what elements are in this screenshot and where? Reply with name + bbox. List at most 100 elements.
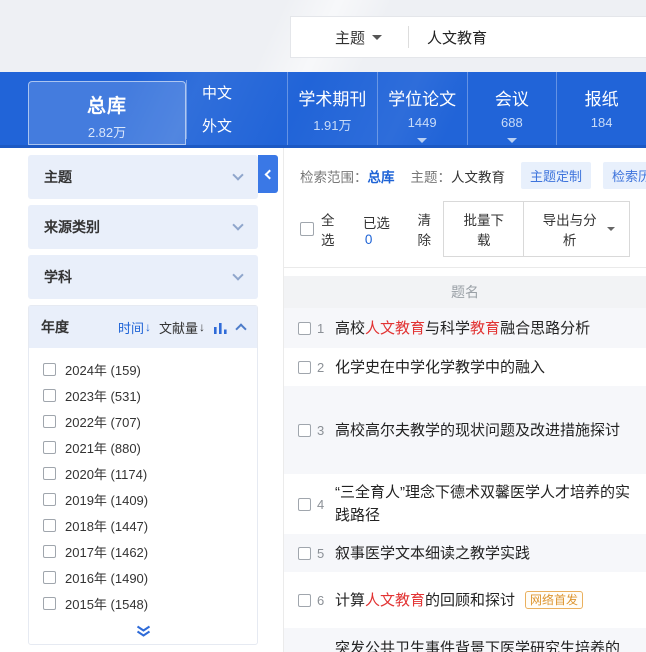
nav-tab-count: 184 xyxy=(557,115,646,130)
search-input[interactable]: 人文教育 xyxy=(409,27,646,48)
caret-down-icon xyxy=(417,138,427,143)
arrow-down-icon: ↓ xyxy=(199,320,205,334)
clear-selection-button[interactable]: 清除 xyxy=(417,209,443,249)
result-row-2: 2化学史在中学化学教学中的融入 xyxy=(284,348,646,386)
row-number: 3 xyxy=(317,423,327,438)
online-first-badge[interactable]: 网络首发 xyxy=(525,591,583,609)
year-facet-header: 年度 时间 ↓ 文献量 ↓ xyxy=(29,306,257,348)
title-text: 的回顾和探讨 xyxy=(425,592,515,609)
year-checkbox[interactable] xyxy=(43,597,56,610)
search-field-selector[interactable]: 主题 xyxy=(291,27,408,48)
year-filter-item-4[interactable]: 2020年 (1174) xyxy=(29,460,257,486)
search-history-button[interactable]: 检索历史 xyxy=(603,162,646,189)
term-label: 主题： xyxy=(411,166,452,186)
nav-tab-1[interactable]: 学位论文1449 xyxy=(377,72,467,145)
sort-count-label: 文献量 xyxy=(159,318,198,337)
chevron-down-icon xyxy=(232,169,243,180)
year-checkbox[interactable] xyxy=(43,363,56,376)
title-text: 叙事医学文本细读之教学实践 xyxy=(335,545,530,562)
year-checkbox[interactable] xyxy=(43,389,56,402)
facet-label: 学科 xyxy=(44,267,72,287)
year-checkbox[interactable] xyxy=(43,519,56,532)
batch-download-button[interactable]: 批量下载 xyxy=(443,201,524,257)
row-checkbox[interactable] xyxy=(298,498,311,511)
lang-tab-foreign[interactable]: 外文 xyxy=(202,115,232,136)
chevron-up-icon[interactable] xyxy=(235,323,246,334)
title-text: 化学史在中学化学教学中的融入 xyxy=(335,359,545,376)
title-text: 融合思路分析 xyxy=(500,320,590,337)
language-tabs: 中文 外文 xyxy=(202,82,232,136)
year-filter-item-7[interactable]: 2017年 (1462) xyxy=(29,538,257,564)
year-filter-item-6[interactable]: 2018年 (1447) xyxy=(29,512,257,538)
year-filter-item-1[interactable]: 2023年 (531) xyxy=(29,382,257,408)
nav-tab-0[interactable]: 学术期刊1.91万 xyxy=(287,72,377,145)
facet-section-0[interactable]: 主题 xyxy=(28,155,258,199)
facet-section-2[interactable]: 学科 xyxy=(28,255,258,299)
facet-label: 来源类别 xyxy=(44,217,100,237)
result-title-link[interactable]: “三全育人”理念下德术双馨医学人才培养的实践路径 xyxy=(335,481,632,527)
year-filter-item-3[interactable]: 2021年 (880) xyxy=(29,434,257,460)
result-title-link[interactable]: 计算人文教育的回顾和探讨网络首发 xyxy=(335,589,583,612)
export-analyze-label: 导出与分析 xyxy=(538,209,601,249)
row-checkbox[interactable] xyxy=(298,361,311,374)
nav-tabs: 学术期刊1.91万学位论文1449会议688报纸 184 xyxy=(287,72,646,145)
nav-divider xyxy=(186,80,187,139)
filter-sidebar: 主题来源类别学科 年度 时间 ↓ 文献量 ↓ 2024年 (159)2023年 … xyxy=(28,155,258,645)
nav-tab-label: 报纸 xyxy=(557,85,646,110)
nav-tab-3[interactable]: 报纸 184 xyxy=(556,72,646,145)
year-checkbox[interactable] xyxy=(43,415,56,428)
year-checkbox[interactable] xyxy=(43,493,56,506)
row-checkbox[interactable] xyxy=(298,322,311,335)
sort-by-count-button[interactable]: 文献量 ↓ xyxy=(159,318,205,337)
select-all-label[interactable]: 全选 xyxy=(321,209,347,249)
result-title-link[interactable]: 突发公共卫生事件背景下医学研究生培养的探讨 xyxy=(335,637,632,652)
facet-list: 主题来源类别学科 xyxy=(28,155,258,299)
sort-by-time-button[interactable]: 时间 ↓ xyxy=(118,318,151,337)
year-filter-item-0[interactable]: 2024年 (159) xyxy=(29,356,257,382)
year-checkbox[interactable] xyxy=(43,571,56,584)
year-label: 2020年 (1174) xyxy=(65,464,147,483)
year-filter-item-5[interactable]: 2019年 (1409) xyxy=(29,486,257,512)
year-filter-item-8[interactable]: 2016年 (1490) xyxy=(29,564,257,590)
result-row-3: 3 高校高尔夫教学的现状问题及改进措施探讨 xyxy=(284,386,646,474)
database-navbar: 总库 2.82万 中文 外文 学术期刊1.91万学位论文1449会议688报纸 1… xyxy=(0,72,646,148)
double-chevron-down-icon xyxy=(135,625,152,638)
year-checkbox[interactable] xyxy=(43,441,56,454)
year-label: 2018年 (1447) xyxy=(65,516,148,535)
expand-years-button[interactable] xyxy=(29,618,257,644)
scope-value[interactable]: 总库 xyxy=(368,166,395,186)
row-number: 4 xyxy=(317,497,327,512)
results-main: 检索范围： 总库 主题： 人文教育 主题定制 检索历史 全选 已选 0 清除 批… xyxy=(283,148,646,652)
export-analyze-button[interactable]: 导出与分析 xyxy=(523,201,630,257)
sidebar-collapse-button[interactable] xyxy=(258,155,278,193)
year-facet-section: 年度 时间 ↓ 文献量 ↓ 2024年 (159)2023年 (531)2022… xyxy=(28,305,258,645)
bar-chart-icon[interactable] xyxy=(214,321,227,334)
result-title-link[interactable]: 化学史在中学化学教学中的融入 xyxy=(335,356,545,379)
title-text: 高校 xyxy=(335,320,365,337)
topic-customize-button[interactable]: 主题定制 xyxy=(521,162,591,189)
facet-section-1[interactable]: 来源类别 xyxy=(28,205,258,249)
row-checkbox[interactable] xyxy=(298,547,311,560)
nav-tab-label: 总库 xyxy=(29,91,185,118)
row-checkbox[interactable] xyxy=(298,424,311,437)
column-title-label: 题名 xyxy=(451,282,479,302)
year-checkbox[interactable] xyxy=(43,467,56,480)
nav-tab-count: 688 xyxy=(468,115,557,130)
nav-tab-count: 1.91万 xyxy=(288,115,377,134)
select-all-checkbox[interactable] xyxy=(300,222,314,236)
nav-tab-total-library[interactable]: 总库 2.82万 xyxy=(28,81,186,145)
title-text: “三全育人”理念下德术双馨医学人才培养的实践路径 xyxy=(335,484,630,524)
chevron-down-icon xyxy=(232,269,243,280)
result-title-link[interactable]: 高校人文教育与科学教育融合思路分析 xyxy=(335,317,590,340)
nav-tab-2[interactable]: 会议688 xyxy=(467,72,557,145)
row-checkbox[interactable] xyxy=(298,594,311,607)
highlighted-keyword: 人文教育 xyxy=(365,592,425,609)
lang-tab-chinese[interactable]: 中文 xyxy=(202,82,232,103)
result-row-7: 7突发公共卫生事件背景下医学研究生培养的探讨 xyxy=(284,628,646,652)
result-title-link[interactable]: 高校高尔夫教学的现状问题及改进措施探讨 xyxy=(335,419,620,442)
year-filter-item-9[interactable]: 2015年 (1548) xyxy=(29,590,257,616)
result-title-link[interactable]: 叙事医学文本细读之教学实践 xyxy=(335,542,530,565)
year-label: 2021年 (880) xyxy=(65,438,141,457)
year-checkbox[interactable] xyxy=(43,545,56,558)
year-filter-item-2[interactable]: 2022年 (707) xyxy=(29,408,257,434)
